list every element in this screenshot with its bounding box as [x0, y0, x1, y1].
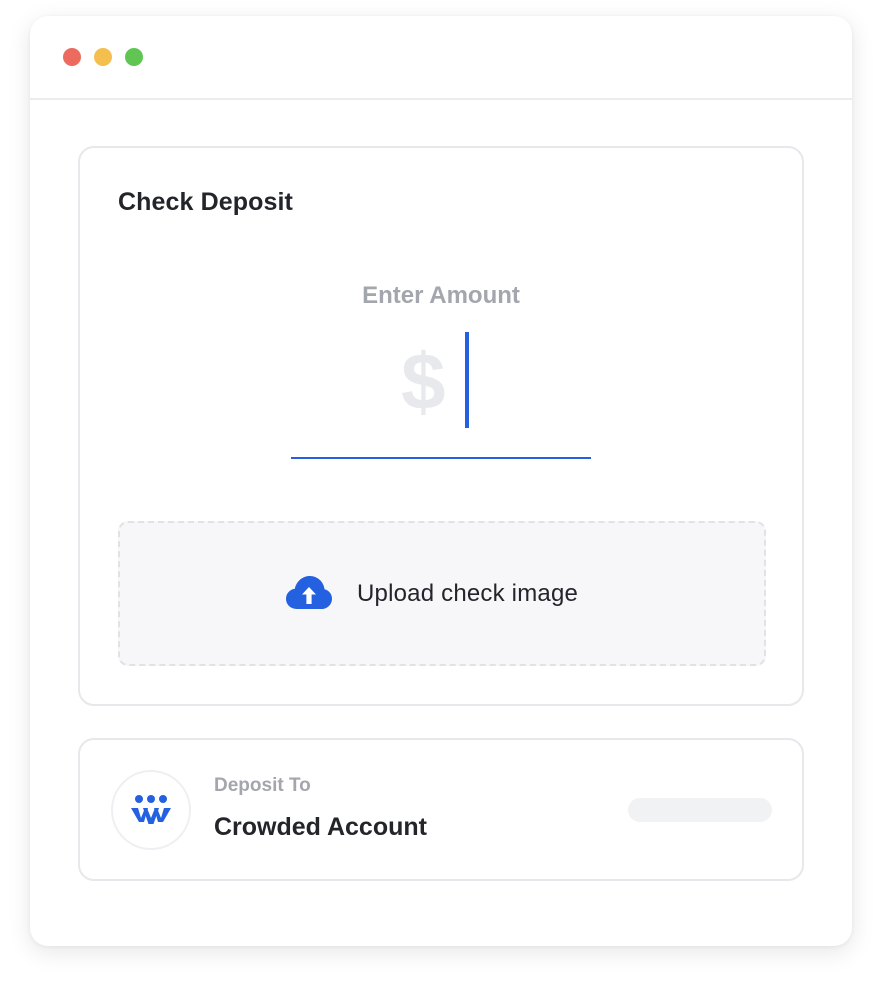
amount-label: Enter Amount [362, 282, 520, 309]
check-deposit-card: Check Deposit Enter Amount $ Upload chec… [78, 146, 804, 706]
maximize-window-button[interactable] [125, 48, 143, 66]
currency-symbol: $ [401, 337, 446, 426]
upload-label: Upload check image [357, 580, 579, 607]
deposit-to-label: Deposit To [214, 775, 311, 796]
text-caret [465, 332, 469, 428]
title-bar [30, 16, 852, 100]
upload-check-dropzone[interactable]: Upload check image [118, 521, 766, 666]
account-name: Crowded Account [214, 813, 427, 841]
deposit-account-card[interactable]: Deposit To Crowded Account [78, 738, 804, 881]
crowded-logo-icon [131, 795, 171, 824]
app-window: Check Deposit Enter Amount $ Upload chec… [30, 16, 852, 946]
account-avatar [111, 770, 191, 850]
cloud-upload-icon [286, 576, 332, 609]
amount-input[interactable]: $ [291, 332, 591, 460]
minimize-window-button[interactable] [94, 48, 112, 66]
amount-underline [291, 457, 591, 459]
balance-loading-placeholder [628, 798, 772, 822]
card-title: Check Deposit [118, 188, 293, 216]
close-window-button[interactable] [63, 48, 81, 66]
